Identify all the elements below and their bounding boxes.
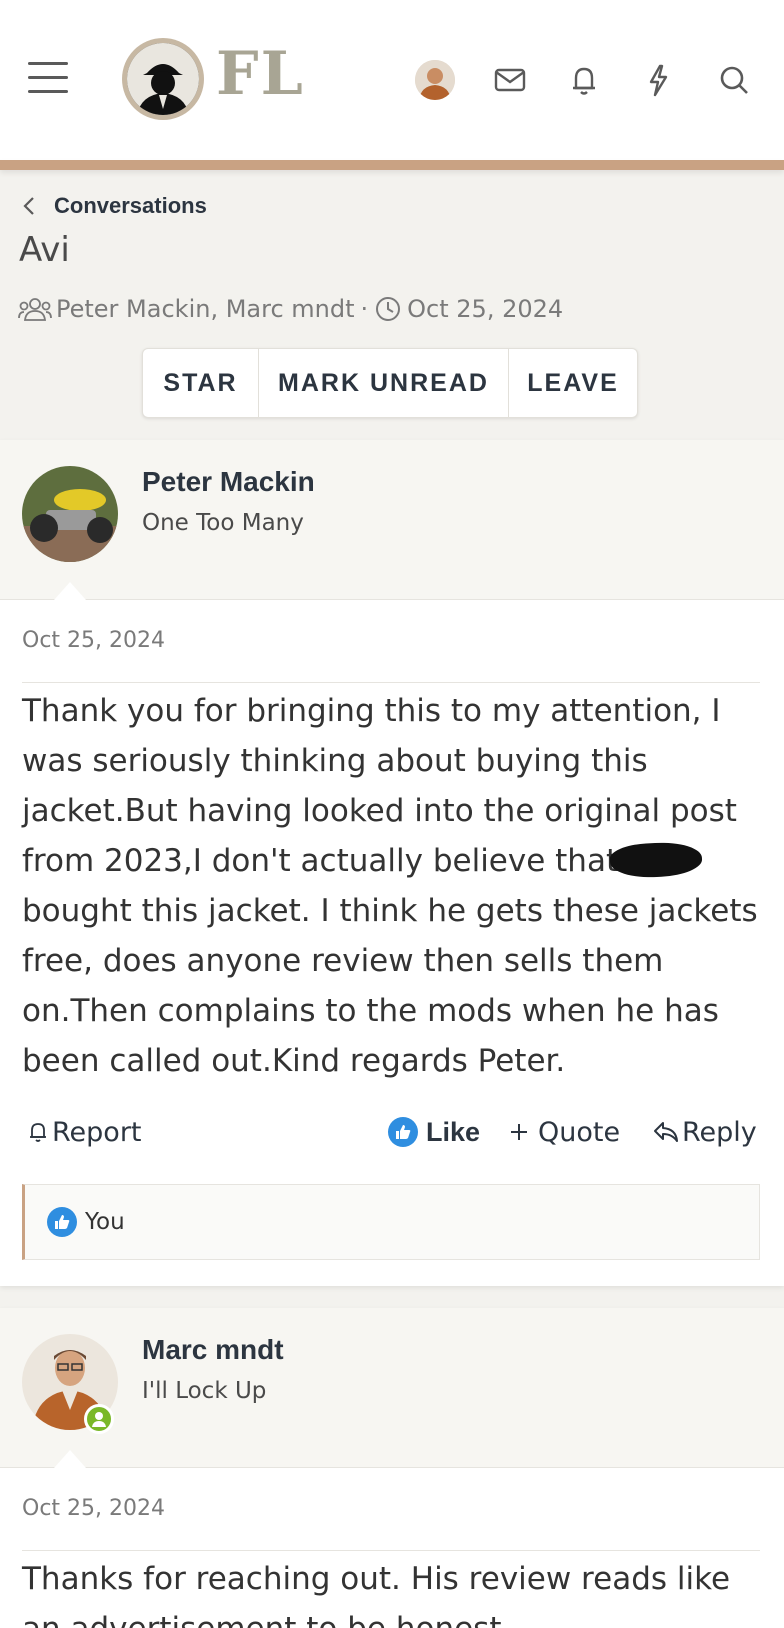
message-1: Peter Mackin One Too Many Oct 25, 2024 T… — [0, 440, 784, 1286]
user-avatar[interactable] — [415, 60, 455, 100]
message-divider — [22, 682, 760, 683]
message-header: Marc mndt I'll Lock Up — [0, 1308, 784, 1468]
message-date[interactable]: Oct 25, 2024 — [22, 628, 165, 653]
plus-icon — [511, 1124, 527, 1140]
online-status-icon — [84, 1404, 114, 1434]
breadcrumb-label[interactable]: Conversations — [54, 193, 207, 219]
top-navigation-bar: FL — [0, 0, 784, 160]
like-button[interactable]: Like — [388, 1112, 480, 1152]
conversation-actions: STAR MARK UNREAD LEAVE — [142, 348, 638, 418]
like-label[interactable]: Like — [426, 1117, 480, 1148]
likes-summary[interactable]: You — [22, 1184, 760, 1260]
message-body: Thanks for reaching out. His review read… — [22, 1561, 731, 1628]
chevron-left-icon — [23, 197, 34, 215]
message-header: Peter Mackin One Too Many — [0, 440, 784, 600]
meta-separator: · — [360, 295, 369, 323]
report-button[interactable]: Report — [26, 1112, 142, 1152]
likes-user[interactable]: You — [85, 1209, 125, 1235]
conversation-meta: Peter Mackin, Marc mndt · Oct 25, 2024 — [18, 292, 563, 326]
thumbs-up-icon — [47, 1207, 77, 1237]
message-date[interactable]: Oct 25, 2024 — [22, 1496, 165, 1521]
search-icon[interactable] — [712, 58, 756, 102]
bell-icon — [30, 1123, 46, 1142]
message-actions: Report Like Quote Reply — [22, 1112, 762, 1152]
page-title: Avi — [19, 230, 70, 270]
menu-icon[interactable] — [28, 60, 70, 96]
message-body: Thank you for bringing this to my attent… — [22, 686, 762, 1086]
participants-list[interactable]: Peter Mackin, Marc mndt — [56, 295, 355, 323]
redacted-name — [609, 840, 703, 880]
thumbs-up-icon — [388, 1117, 418, 1147]
leave-button[interactable]: LEAVE — [509, 349, 637, 417]
reply-label[interactable]: Reply — [682, 1117, 757, 1148]
author-name[interactable]: Peter Mackin — [142, 466, 315, 498]
bell-icon[interactable] — [562, 58, 606, 102]
message-text-part-2: bought this jacket. I think he gets thes… — [22, 893, 758, 1079]
site-logo-emblem[interactable] — [122, 38, 204, 120]
reply-button[interactable]: Reply — [652, 1112, 757, 1152]
author-title: One Too Many — [142, 510, 304, 536]
quote-label[interactable]: Quote — [538, 1117, 620, 1148]
author-name[interactable]: Marc mndt — [142, 1334, 284, 1366]
message-2: Marc mndt I'll Lock Up Oct 25, 2024 Than… — [0, 1308, 784, 1628]
envelope-icon[interactable] — [488, 58, 532, 102]
reply-icon — [654, 1122, 678, 1142]
conversation-date: Oct 25, 2024 — [407, 295, 564, 323]
author-title: I'll Lock Up — [142, 1378, 267, 1404]
header-pointer — [54, 582, 86, 600]
clock-icon — [376, 297, 401, 321]
report-label[interactable]: Report — [52, 1117, 142, 1148]
avatar[interactable] — [22, 466, 118, 562]
mark-unread-button[interactable]: MARK UNREAD — [259, 349, 509, 417]
site-logo-text[interactable]: FL — [216, 44, 305, 104]
star-button[interactable]: STAR — [143, 349, 259, 417]
bolt-icon[interactable] — [636, 58, 680, 102]
header-pointer — [54, 1450, 86, 1468]
participants-icon — [18, 298, 52, 321]
quote-button[interactable]: Quote — [508, 1112, 620, 1152]
header-accent-bar — [0, 160, 784, 170]
breadcrumb[interactable]: Conversations — [22, 192, 207, 220]
message-divider — [22, 1550, 760, 1551]
